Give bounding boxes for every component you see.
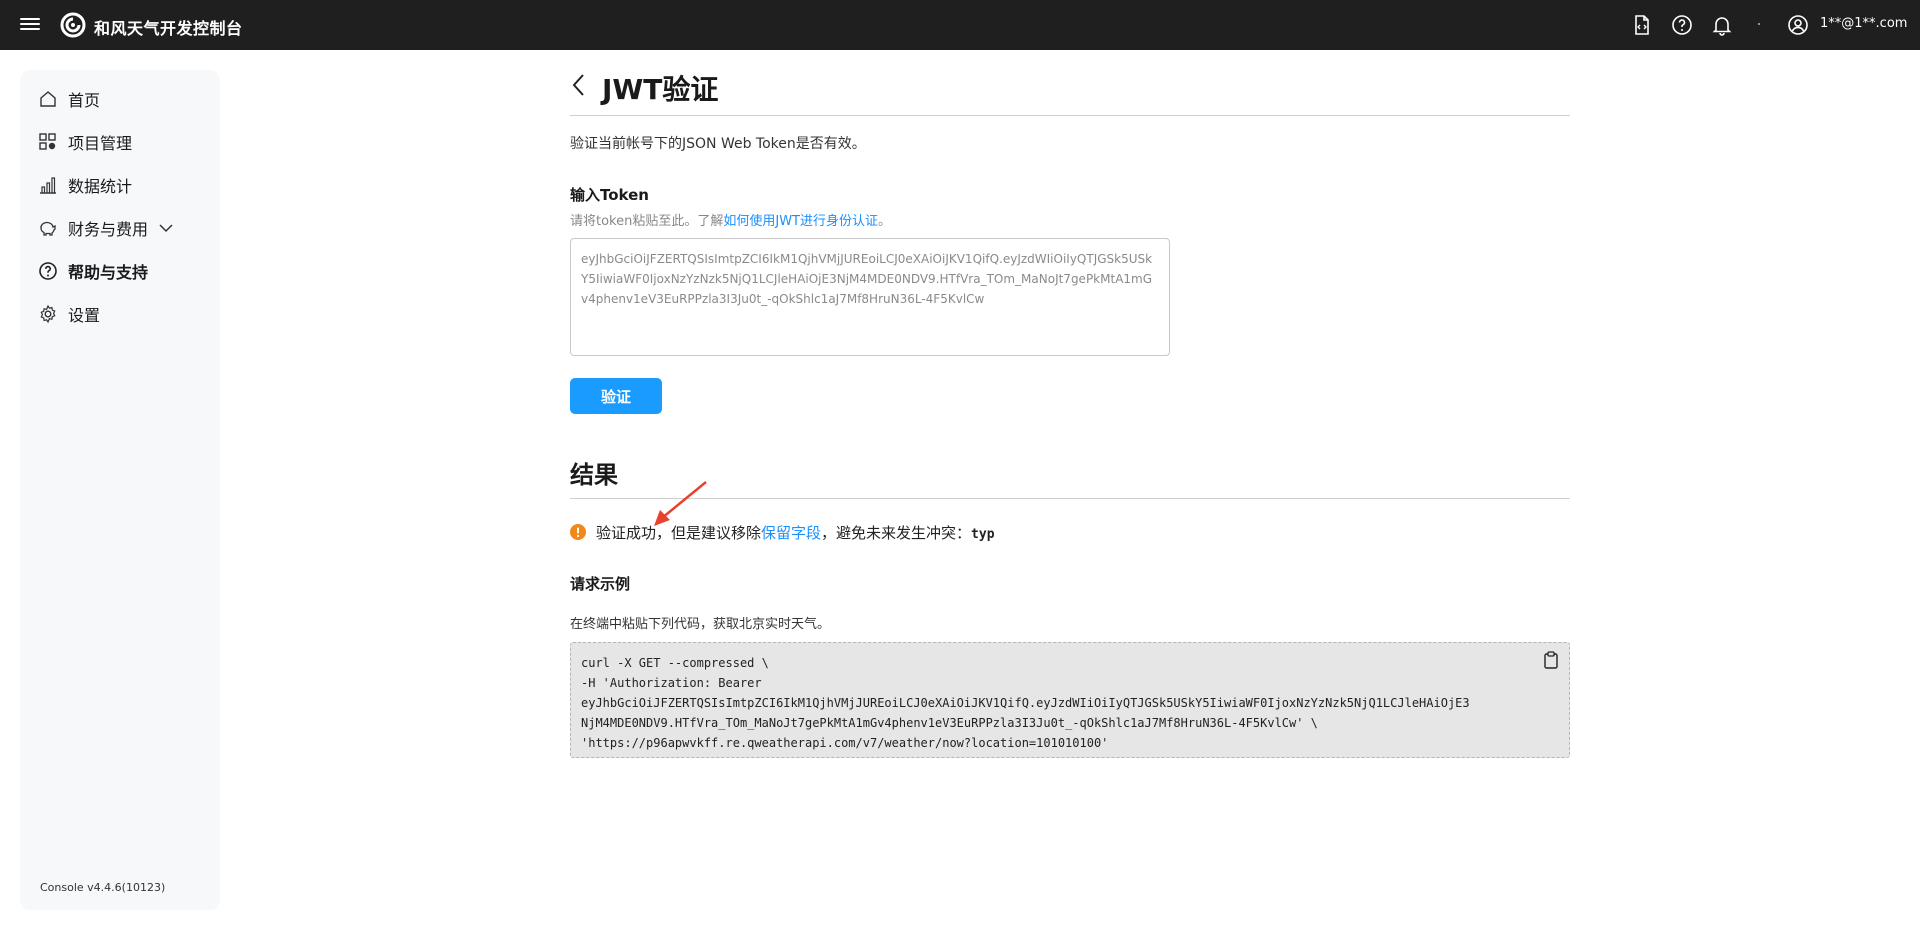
sidebar-item-statistics[interactable]: 数据统计 [38,169,208,201]
document-icon[interactable] [1630,13,1654,37]
bar-chart-icon [40,177,56,194]
version-label: Console v4.4.6(10123) [40,881,166,894]
sidebar-item-finance[interactable]: 财务与费用 [38,212,208,244]
sidebar-item-label: 项目管理 [68,134,133,153]
hint-suffix: 。 [878,214,892,229]
top-bar: 和风天气开发控制台 1**@1**.com [0,0,1920,50]
code-line: 'https://p96apwvkff.re.qweatherapi.com/v… [581,736,1109,750]
code-line: eyJhbGciOiJFZERTQSIsImtpZCI6IkM1QjhVMjJU… [581,696,1470,710]
page-description: 验证当前帐号下的JSON Web Token是否有效。 [570,136,866,152]
code-line: -H 'Authorization: Bearer [581,676,762,690]
user-account[interactable]: 1**@1**.com [1820,16,1907,31]
page-title: JWT验证 [602,73,719,106]
user-icon[interactable] [1786,13,1810,37]
result-prefix: 验证成功，但是建议移除 [596,524,762,542]
sidebar: 首页 项目管理 数据统计 财务与费用 帮助与支持 设置 Console v4.4… [20,70,220,910]
app-title[interactable]: 和风天气开发控制台 [94,15,243,39]
code-line: curl -X GET --compressed \ [581,656,769,670]
divider [570,498,1570,499]
example-description: 在终端中粘贴下列代码，获取北京实时天气。 [570,617,831,632]
grid-icon [39,133,56,150]
token-input[interactable]: eyJhbGciOiJFZERTQSIsImtpZCI6IkM1QjhVMjJU… [570,238,1170,356]
code-line: NjM4MDE0NDV9.HTfVra_TOm_MaNoJt7gePkMtA1m… [581,716,1318,730]
hint-prefix: 请将token粘贴至此。了解 [570,214,724,229]
warning-icon [570,524,586,540]
sidebar-item-label: 财务与费用 [68,220,149,239]
token-input-label: 输入Token [570,186,649,204]
result-suffix: ，避免未来发生冲突： [821,524,972,542]
verify-button[interactable]: 验证 [570,378,662,414]
sidebar-item-help[interactable]: 帮助与支持 [38,255,208,287]
help-icon[interactable] [1670,13,1694,37]
sidebar-item-settings[interactable]: 设置 [38,298,208,330]
separator-dot [1758,23,1760,25]
code-example[interactable]: curl -X GET --compressed \ -H 'Authoriza… [570,642,1570,758]
reserved-field-name: typ [971,527,995,542]
example-title: 请求示例 [570,575,631,593]
back-arrow-icon[interactable] [570,72,588,98]
copy-icon[interactable] [1543,651,1559,669]
sidebar-item-projects[interactable]: 项目管理 [38,126,208,158]
gear-icon [40,304,56,324]
result-title: 结果 [570,461,618,489]
token-hint: 请将token粘贴至此。了解如何使用JWT进行身份认证。 [570,210,891,229]
chevron-down-icon[interactable] [158,220,174,236]
sidebar-item-label: 数据统计 [68,177,133,196]
home-icon [40,91,56,107]
menu-icon[interactable] [20,15,40,35]
sidebar-item-label: 首页 [68,91,101,110]
logo-icon[interactable] [60,12,86,38]
jwt-guide-link[interactable]: 如何使用JWT进行身份认证 [723,214,878,229]
sidebar-item-home[interactable]: 首页 [38,83,208,115]
help-circle-icon [39,262,57,280]
result-message: 验证成功，但是建议移除保留字段，避免未来发生冲突：typ [596,522,995,543]
sidebar-item-label: 设置 [68,306,101,325]
divider [570,115,1570,116]
piggy-bank-icon [40,221,56,236]
bell-icon[interactable] [1710,13,1734,37]
reserved-fields-link[interactable]: 保留字段 [761,524,821,542]
sidebar-item-label: 帮助与支持 [68,263,149,282]
